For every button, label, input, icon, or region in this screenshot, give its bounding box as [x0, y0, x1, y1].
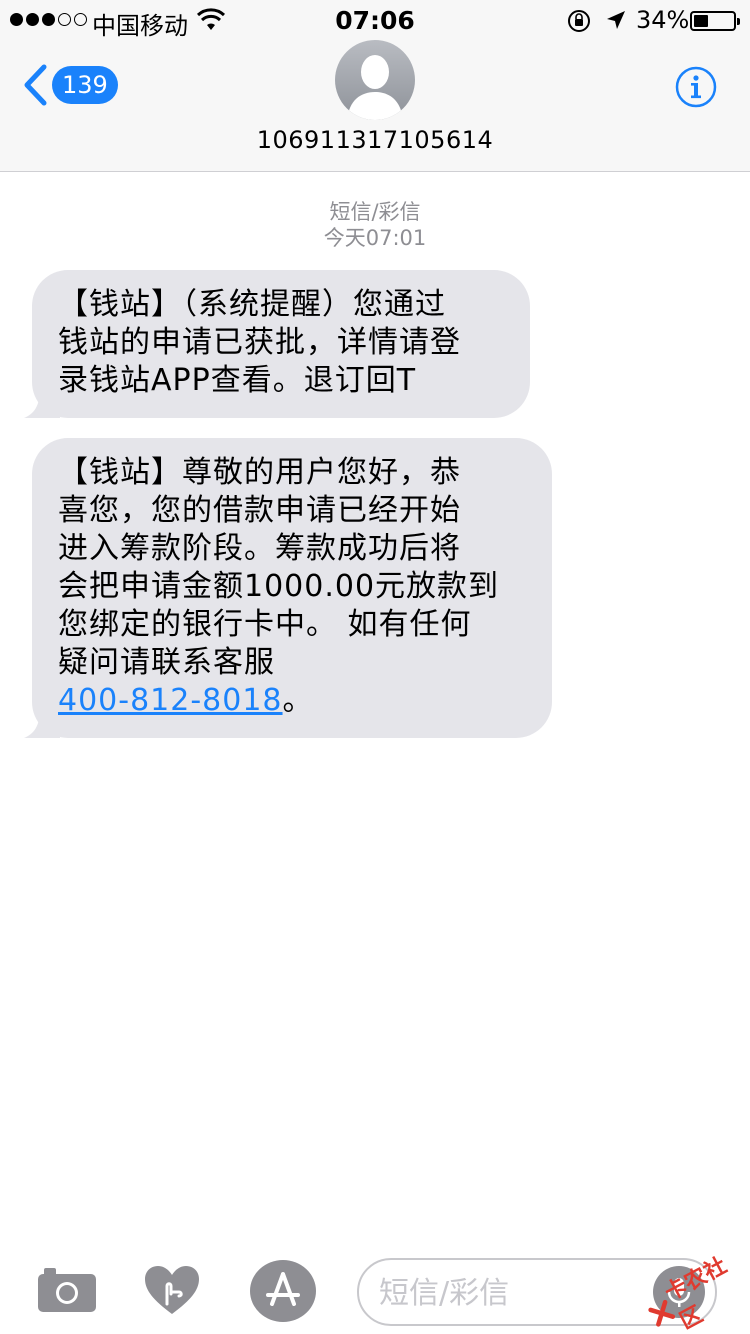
- message-line: 会把申请金额1000.00元放款到: [58, 569, 500, 604]
- message-line: 录钱站APP查看。退订回T: [58, 363, 417, 398]
- status-bar: 中国移动 07:06 34%: [0, 0, 750, 40]
- chevron-left-icon: [24, 64, 47, 106]
- rotation-lock-icon: [568, 10, 590, 32]
- digital-touch-icon[interactable]: [143, 1264, 201, 1316]
- message-line: 进入筹款阶段。筹款成功后将: [58, 531, 461, 566]
- battery-percent: 34%: [636, 6, 690, 34]
- message-line: 400-812-8018。: [58, 682, 526, 720]
- message-bubble[interactable]: 【钱站】（系统提醒）您通过 钱站的申请已获批，详情请登 录钱站APP查看。退订回…: [24, 270, 530, 418]
- app-store-icon[interactable]: [250, 1260, 316, 1322]
- contact-name[interactable]: 106911317105614: [0, 126, 750, 154]
- camera-icon[interactable]: [38, 1266, 96, 1312]
- message-input[interactable]: [379, 1270, 649, 1316]
- phone-number-link[interactable]: 400-812-8018: [58, 683, 283, 718]
- message-text: 【钱站】（系统提醒）您通过 钱站的申请已获批，详情请登 录钱站APP查看。退订回…: [32, 270, 530, 418]
- message-text: 【钱站】尊敬的用户您好，恭 喜您，您的借款申请已经开始 进入筹款阶段。筹款成功后…: [32, 438, 552, 738]
- message-line: 喜您，您的借款申请已经开始: [58, 493, 461, 528]
- location-arrow-icon: [607, 11, 625, 29]
- message-line-suffix: 。: [282, 683, 314, 718]
- conversation-timestamp: 今天07:01: [323, 226, 427, 250]
- info-icon[interactable]: [675, 66, 717, 108]
- unread-count-badge: 139: [52, 66, 118, 104]
- contact-avatar[interactable]: [335, 40, 415, 120]
- battery-icon: [690, 11, 740, 31]
- message-line: 【钱站】（系统提醒）您通过: [58, 287, 446, 322]
- back-button[interactable]: 139: [22, 64, 118, 106]
- message-line: 钱站的申请已获批，详情请登: [58, 325, 461, 360]
- message-line: 您绑定的银行卡中。 如有任何: [58, 607, 472, 642]
- message-line: 疑问请联系客服: [58, 645, 275, 680]
- message-line: 【钱站】尊敬的用户您好，恭: [58, 455, 461, 490]
- person-silhouette-icon: [347, 55, 403, 120]
- conversation-service-label: 短信/彩信: [329, 200, 421, 224]
- navigation-header: 中国移动 07:06 34% 139 106911317105614: [0, 0, 750, 172]
- message-bubble[interactable]: 【钱站】尊敬的用户您好，恭 喜您，您的借款申请已经开始 进入筹款阶段。筹款成功后…: [24, 438, 552, 738]
